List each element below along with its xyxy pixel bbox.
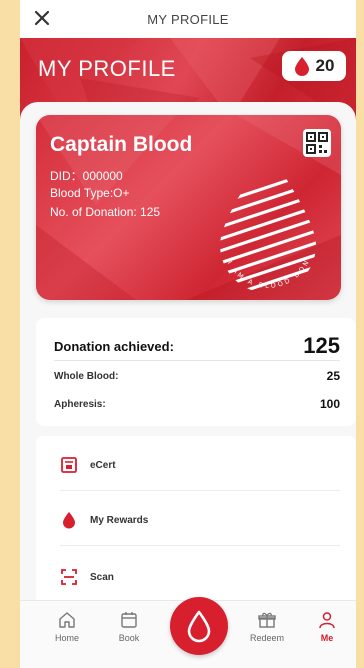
donation-achieved-value: 125 [303, 333, 340, 358]
points-value: 20 [315, 56, 335, 75]
gift-icon [258, 612, 276, 628]
donor-id: DID：000000 [50, 169, 123, 183]
apheresis-label: Apheresis: [54, 398, 106, 410]
home-icon [59, 612, 75, 628]
donor-name: Captain Blood [50, 133, 193, 156]
tab-home-label: Home [54, 633, 79, 643]
menu-item-label: eCert [90, 459, 116, 471]
blood-drop-icon [187, 610, 211, 643]
blood-drop-icon [63, 512, 75, 529]
calendar-icon [121, 612, 137, 628]
menu-item-scan[interactable]: Scan [60, 552, 340, 602]
blood-donor-emblem: I AM A BLOOD DONOR [208, 147, 316, 293]
certificate-icon [61, 457, 77, 473]
whole-blood-label: Whole Blood: [54, 370, 119, 382]
points-badge[interactable]: 20 [282, 51, 346, 81]
tab-home[interactable]: Home [42, 611, 92, 643]
navbar-title: MY PROFILE [147, 11, 229, 27]
tab-me[interactable]: Me [302, 611, 352, 643]
donor-card[interactable]: Captain Blood DID：000000 Blood Type:O+ N… [36, 115, 341, 300]
donation-achieved-row: Donation achieved: 125 [54, 332, 340, 361]
top-navbar: MY PROFILE [20, 0, 356, 38]
scan-icon [61, 569, 77, 585]
tab-book[interactable]: Book [104, 611, 154, 643]
donation-stats: Donation achieved: 125 Whole Blood: 25 A… [36, 318, 356, 426]
menu-item-my-rewards[interactable]: My Rewards [60, 495, 340, 546]
tab-redeem[interactable]: Redeem [242, 611, 292, 643]
tab-me-label: Me [320, 633, 334, 643]
profile-menu: eCert My Rewards Scan [36, 436, 356, 606]
blood-drop-icon [294, 57, 309, 76]
tab-book-label: Book [118, 633, 140, 643]
donate-button[interactable] [170, 597, 228, 655]
app-screen: MY PROFILE MY PROFILE 20 Captain Blood D… [20, 0, 356, 668]
menu-item-ecert[interactable]: eCert [60, 440, 340, 491]
apheresis-value: 100 [319, 397, 340, 411]
close-button[interactable] [30, 6, 54, 30]
person-icon [319, 612, 335, 629]
bottom-tab-bar: Home Book Redeem Me [20, 597, 356, 668]
whole-blood-value: 25 [326, 369, 340, 383]
donation-count: No. of Donation: 125 [50, 205, 161, 219]
whole-blood-row: Whole Blood: 25 [54, 366, 340, 386]
tab-redeem-label: Redeem [249, 633, 285, 643]
menu-item-label: My Rewards [90, 514, 149, 526]
apheresis-row: Apheresis: 100 [54, 394, 340, 414]
donation-achieved-label: Donation achieved: [54, 338, 174, 354]
blood-type: Blood Type:O+ [50, 186, 130, 200]
emblem-slogan: I AM A BLOOD DONOR [208, 147, 312, 290]
menu-item-label: Scan [90, 571, 114, 583]
close-icon [34, 10, 50, 26]
header-title: MY PROFILE [38, 56, 176, 81]
